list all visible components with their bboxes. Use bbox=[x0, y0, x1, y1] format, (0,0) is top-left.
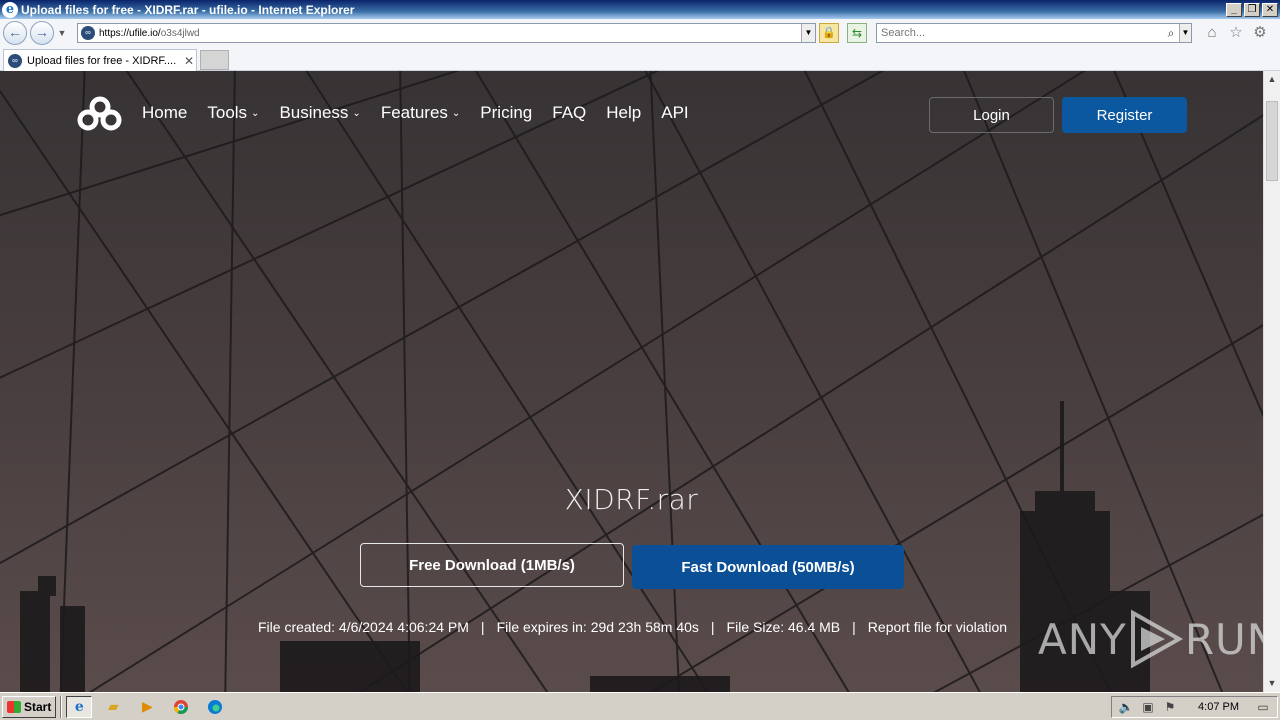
ie-icon[interactable]: e bbox=[66, 695, 93, 718]
browser-navigation-bar: ← → ▼ ∞ https://ufile.io/o3s4jlwd ▼ 🔒 ⇆ … bbox=[0, 19, 1280, 47]
history-dropdown-icon[interactable]: ▼ bbox=[56, 28, 68, 38]
edge-icon[interactable] bbox=[202, 696, 228, 718]
search-box[interactable]: ⌕ ▼ bbox=[876, 23, 1192, 43]
file-created: File created: 4/6/2024 4:06:24 PM bbox=[258, 619, 469, 635]
nav-pricing[interactable]: Pricing bbox=[480, 103, 532, 123]
scroll-thumb[interactable] bbox=[1266, 101, 1278, 181]
show-desktop-icon[interactable]: ▭ bbox=[1255, 700, 1271, 714]
nav-api[interactable]: API bbox=[661, 103, 688, 123]
home-icon[interactable]: ⌂ bbox=[1203, 23, 1221, 43]
page-content: Home Tools ⌄ Business ⌄ Features ⌄ Pricing … bbox=[0, 71, 1263, 692]
network-icon[interactable]: ▣ bbox=[1140, 700, 1156, 714]
lock-icon[interactable]: 🔒 bbox=[819, 23, 839, 43]
close-button[interactable]: ✕ bbox=[1262, 2, 1278, 17]
free-download-button[interactable]: Free Download (1MB/s) bbox=[360, 543, 624, 587]
ufile-logo-icon[interactable] bbox=[76, 95, 124, 133]
tab-ufile[interactable]: ∞ Upload files for free - XIDRF.... ✕ bbox=[3, 49, 197, 71]
forward-button[interactable]: → bbox=[30, 21, 54, 45]
watermark-text-right: RUN bbox=[1184, 614, 1263, 664]
new-tab-button[interactable] bbox=[200, 50, 229, 70]
register-button[interactable]: Register bbox=[1062, 97, 1187, 133]
restore-button[interactable]: ❐ bbox=[1244, 2, 1260, 17]
nav-features[interactable]: Features ⌄ bbox=[381, 103, 460, 123]
search-dropdown-icon[interactable]: ▼ bbox=[1179, 24, 1191, 42]
search-input[interactable] bbox=[877, 27, 1163, 39]
vertical-scrollbar[interactable]: ▲ ▼ bbox=[1263, 71, 1280, 692]
anyrun-watermark: ANY RUN bbox=[1038, 609, 1263, 669]
address-url[interactable]: https://ufile.io/o3s4jlwd bbox=[99, 28, 801, 39]
favorites-star-icon[interactable]: ☆ bbox=[1227, 23, 1245, 43]
chevron-down-icon: ⌄ bbox=[352, 107, 361, 119]
address-bar[interactable]: ∞ https://ufile.io/o3s4jlwd ▼ bbox=[77, 23, 816, 43]
bridge-cables-background bbox=[0, 71, 1263, 692]
file-meta: File created: 4/6/2024 4:06:24 PM | File… bbox=[258, 619, 1007, 635]
file-size: File Size: 46.4 MB bbox=[726, 619, 841, 635]
action-center-flag-icon[interactable]: ⚑ bbox=[1162, 700, 1178, 714]
nav-business[interactable]: Business ⌄ bbox=[279, 103, 360, 123]
report-file-link[interactable]: Report file for violation bbox=[868, 619, 1007, 635]
refresh-icon[interactable]: ⇆ bbox=[847, 23, 867, 43]
nav-tools[interactable]: Tools ⌄ bbox=[207, 103, 259, 123]
chevron-down-icon: ⌄ bbox=[251, 107, 260, 119]
nav-home[interactable]: Home bbox=[142, 103, 187, 123]
window-title: Upload files for free - XIDRF.rar - ufil… bbox=[21, 2, 355, 17]
nav-help[interactable]: Help bbox=[606, 103, 641, 123]
login-button[interactable]: Login bbox=[929, 97, 1054, 133]
volume-icon[interactable]: 🔈 bbox=[1118, 700, 1134, 714]
clock[interactable]: 4:07 PM bbox=[1198, 701, 1239, 713]
windows-flag-icon bbox=[7, 700, 21, 713]
tab-close-icon[interactable]: ✕ bbox=[182, 54, 196, 68]
window-title-bar: e Upload files for free - XIDRF.rar - uf… bbox=[0, 0, 1280, 19]
site-favicon-icon: ∞ bbox=[81, 26, 95, 40]
start-label: Start bbox=[24, 699, 52, 714]
separator: | bbox=[480, 619, 485, 635]
minimize-button[interactable]: _ bbox=[1226, 2, 1242, 17]
play-triangle-icon bbox=[1130, 609, 1183, 669]
separator: | bbox=[852, 619, 856, 635]
file-expires: File expires in: 29d 23h 58m 40s bbox=[496, 619, 699, 635]
address-dropdown-icon[interactable]: ▼ bbox=[801, 24, 815, 42]
fast-download-button[interactable]: Fast Download (50MB/s) bbox=[632, 545, 904, 589]
gear-icon[interactable]: ⚙ bbox=[1251, 23, 1269, 43]
taskbar-separator bbox=[60, 695, 63, 718]
chevron-down-icon: ⌄ bbox=[451, 107, 461, 119]
ie-logo-icon: e bbox=[2, 1, 18, 18]
tab-favicon-icon: ∞ bbox=[8, 53, 22, 68]
media-player-icon[interactable]: ▶ bbox=[134, 696, 160, 718]
start-button[interactable]: Start bbox=[2, 695, 57, 718]
search-icon[interactable]: ⌕ bbox=[1163, 26, 1179, 41]
tab-title: Upload files for free - XIDRF.... bbox=[27, 54, 177, 67]
taskbar: Start e ▰ ▶ 🔈 ▣ ⚑ 4:07 PM ▭ bbox=[0, 692, 1280, 720]
separator: | bbox=[710, 619, 715, 635]
watermark-text-left: ANY bbox=[1038, 614, 1127, 664]
chrome-icon[interactable] bbox=[168, 696, 194, 718]
folder-icon[interactable]: ▰ bbox=[100, 696, 126, 718]
system-tray: 🔈 ▣ ⚑ 4:07 PM ▭ bbox=[1111, 696, 1278, 718]
tab-bar: ∞ Upload files for free - XIDRF.... ✕ bbox=[0, 47, 1280, 71]
scroll-up-icon[interactable]: ▲ bbox=[1264, 71, 1280, 88]
nav-faq[interactable]: FAQ bbox=[552, 103, 586, 123]
file-name: XIDRF.rar bbox=[564, 483, 699, 516]
site-nav: Home Tools ⌄ Business ⌄ Features ⌄ Pricing … bbox=[142, 103, 709, 123]
scroll-down-icon[interactable]: ▼ bbox=[1264, 675, 1280, 692]
back-button[interactable]: ← bbox=[3, 21, 27, 45]
